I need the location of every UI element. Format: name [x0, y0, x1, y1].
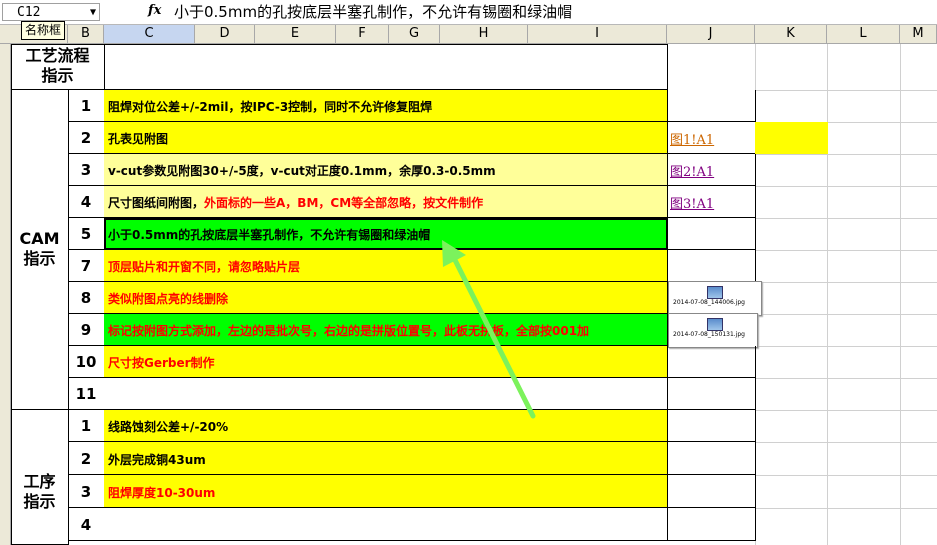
arrow-annotation	[442, 240, 536, 419]
name-box-tooltip: 名称框	[21, 21, 66, 40]
